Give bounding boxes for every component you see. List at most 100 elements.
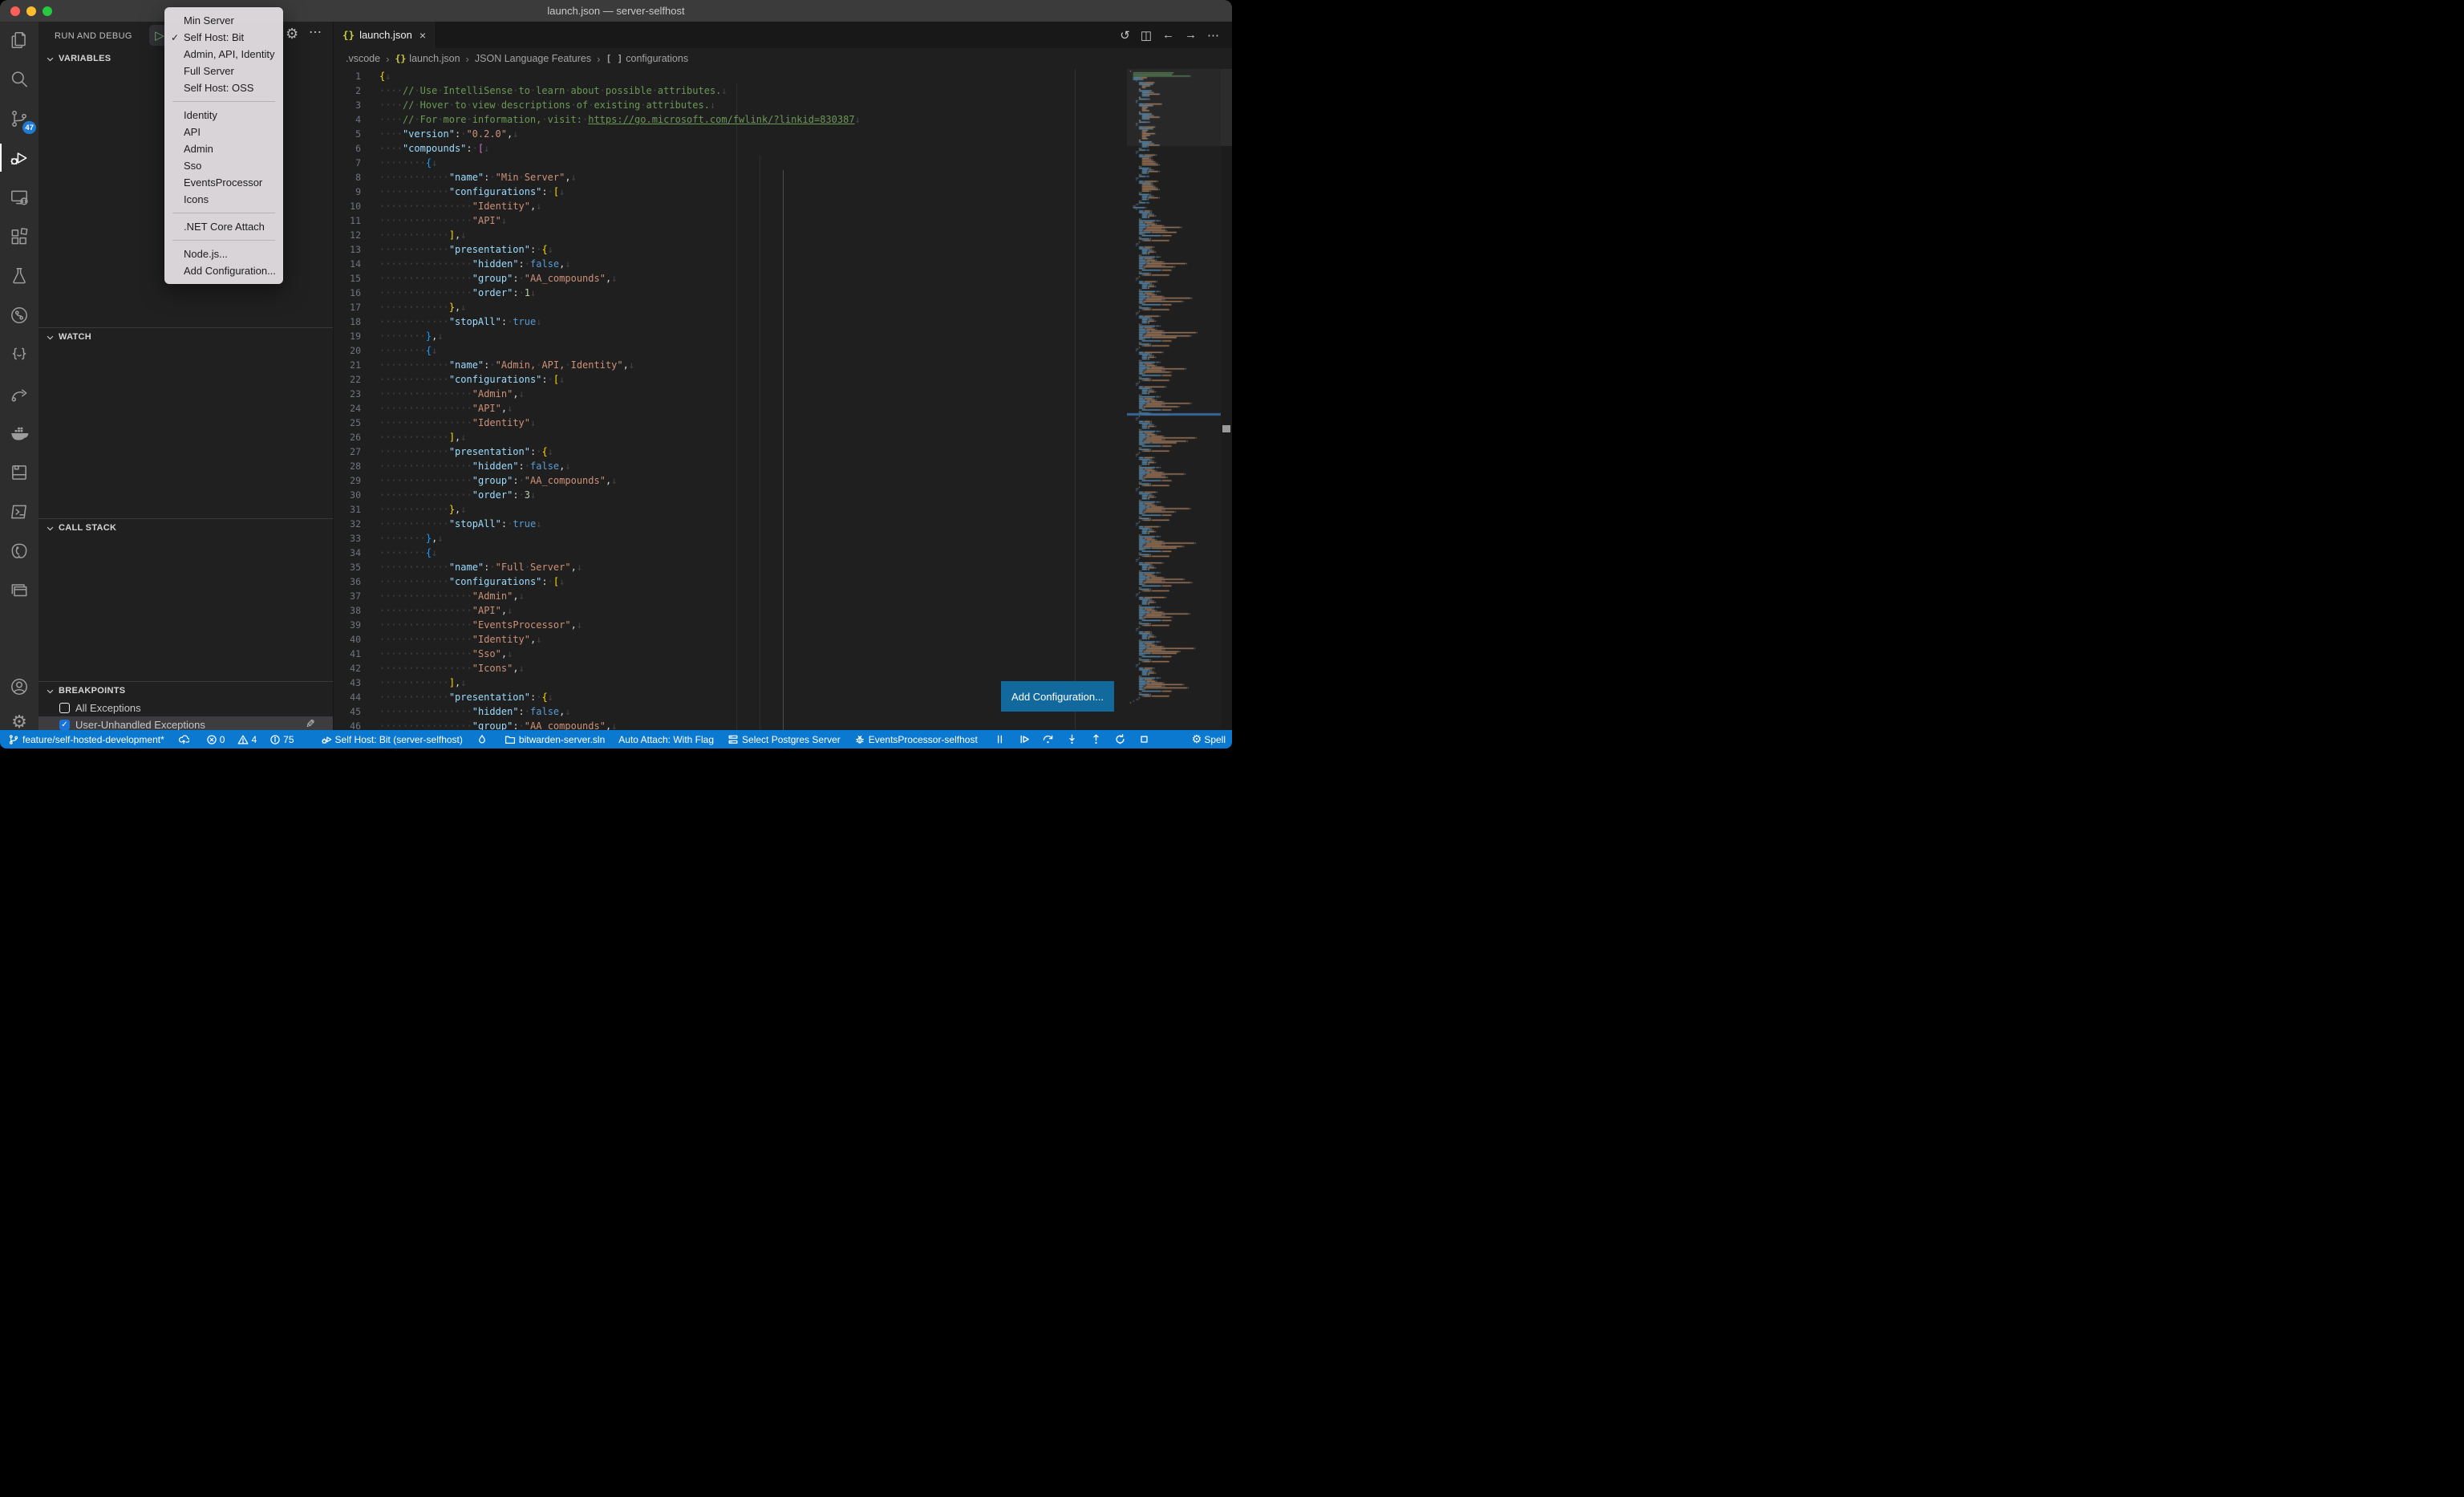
line-number[interactable]: 44 (334, 690, 361, 704)
line-number[interactable]: 42 (334, 661, 361, 675)
activity-item-extensions-icon[interactable] (0, 217, 38, 255)
checkbox-checked[interactable]: ✓ (59, 720, 70, 730)
menu-item-icons[interactable]: Icons (164, 191, 283, 208)
line-number[interactable]: 31 (334, 502, 361, 517)
activity-item-run-and-debug-icon[interactable] (0, 139, 38, 176)
line-number[interactable]: 18 (334, 314, 361, 329)
code-editor[interactable]: 1234567891011121314151617181920212223242… (334, 69, 1232, 730)
menu-item-self-host-bit[interactable]: ✓Self Host: Bit (164, 29, 283, 46)
activity-item-remote-explorer-icon[interactable] (0, 178, 38, 216)
timeline-history-icon[interactable]: ↺ (1120, 28, 1130, 43)
menu-item-self-host-oss[interactable]: Self Host: OSS (164, 79, 283, 96)
debug-step-over-icon[interactable] (1042, 733, 1054, 745)
line-number[interactable]: 7 (334, 156, 361, 170)
go-back-icon[interactable]: ← (1162, 28, 1174, 42)
activity-item-terminal-powershell-icon[interactable] (0, 493, 38, 530)
call-stack-section-header[interactable]: CALL STACK (38, 519, 333, 537)
activity-item-testing-icon[interactable] (0, 257, 38, 294)
line-number[interactable]: 45 (334, 704, 361, 719)
line-number[interactable]: 13 (334, 242, 361, 257)
menu-item-add-configuration[interactable]: Add Configuration... (164, 262, 283, 279)
line-number[interactable]: 12 (334, 228, 361, 242)
line-number[interactable]: 39 (334, 618, 361, 632)
status-auto-attach[interactable]: Auto Attach: With Flag (618, 734, 714, 745)
line-number[interactable]: 3 (334, 98, 361, 112)
edit-breakpoint-icon[interactable]: ✎ (306, 717, 315, 731)
line-number[interactable]: 32 (334, 517, 361, 531)
menu-item-sso[interactable]: Sso (164, 157, 283, 174)
line-number[interactable]: 33 (334, 531, 361, 546)
line-number[interactable]: 35 (334, 560, 361, 574)
breakpoints-section-header[interactable]: BREAKPOINTS (38, 682, 333, 700)
maximize-window-button[interactable] (43, 6, 52, 16)
activity-item-explorer-icon[interactable] (0, 21, 38, 59)
close-window-button[interactable] (10, 6, 20, 16)
minimap[interactable] (1127, 69, 1221, 730)
breadcrumb-item-configurations[interactable]: [ ]configurations (606, 53, 688, 64)
line-number[interactable]: 26 (334, 430, 361, 444)
line-number[interactable]: 20 (334, 343, 361, 358)
line-number[interactable]: 36 (334, 574, 361, 589)
status-postgres-server[interactable]: Select Postgres Server (727, 734, 841, 745)
editor-scrollbar[interactable] (1221, 69, 1232, 730)
more-actions-icon[interactable]: ⋯ (1207, 28, 1219, 43)
line-number[interactable]: 24 (334, 401, 361, 416)
go-forward-icon[interactable]: → (1185, 28, 1197, 42)
menu-item-identity[interactable]: Identity (164, 107, 283, 124)
menu-item-min-server[interactable]: Min Server (164, 12, 283, 29)
activity-item-braces-extension-icon[interactable] (0, 335, 38, 373)
activity-item-source-control-icon[interactable]: 47 (0, 99, 38, 137)
menu-item-net-core-attach[interactable]: .NET Core Attach (164, 218, 283, 235)
line-number[interactable]: 41 (334, 647, 361, 661)
line-number[interactable]: 27 (334, 444, 361, 459)
status-problems[interactable]: 0475 (206, 734, 307, 745)
breadcrumb-item-launch-json[interactable]: {}launch.json (395, 53, 460, 64)
line-number[interactable]: 23 (334, 387, 361, 401)
debug-continue-icon[interactable] (1018, 733, 1030, 745)
activity-item-window-panels-icon[interactable] (0, 571, 38, 609)
line-number[interactable]: 37 (334, 589, 361, 603)
line-number[interactable]: 29 (334, 473, 361, 488)
line-number-gutter[interactable]: 1234567891011121314151617181920212223242… (334, 69, 361, 730)
line-number[interactable]: 11 (334, 213, 361, 228)
activity-item-accounts-icon[interactable] (0, 667, 38, 705)
menu-item-admin-api-identity[interactable]: Admin, API, Identity (164, 46, 283, 63)
watch-section-header[interactable]: WATCH (38, 328, 333, 346)
status-debug-configuration[interactable]: Self Host: Bit (server-selfhost) (321, 734, 463, 745)
line-number[interactable]: 16 (334, 286, 361, 300)
menu-item-admin[interactable]: Admin (164, 140, 283, 157)
minimize-window-button[interactable] (26, 6, 36, 16)
status-solution[interactable]: bitwarden-server.sln (505, 734, 605, 745)
line-number[interactable]: 40 (334, 632, 361, 647)
line-number[interactable]: 46 (334, 719, 361, 730)
line-number[interactable]: 22 (334, 372, 361, 387)
split-editor-icon[interactable]: ◫ (1141, 28, 1152, 43)
debug-gear-icon[interactable]: ⚙ (286, 26, 298, 43)
line-number[interactable]: 2 (334, 83, 361, 98)
line-number[interactable]: 34 (334, 546, 361, 560)
line-number[interactable]: 9 (334, 185, 361, 199)
line-number[interactable]: 14 (334, 257, 361, 271)
line-number[interactable]: 28 (334, 459, 361, 473)
line-number[interactable]: 17 (334, 300, 361, 314)
debug-stop-icon[interactable] (1138, 733, 1150, 745)
add-configuration-button[interactable]: Add Configuration... (1001, 681, 1114, 712)
status-hot-reload-flame[interactable] (476, 734, 491, 745)
activity-item-search-icon[interactable] (0, 60, 38, 98)
menu-item-eventsprocessor[interactable]: EventsProcessor (164, 174, 283, 191)
menu-item-node-js[interactable]: Node.js... (164, 245, 283, 262)
breadcrumb-item-json-language-features[interactable]: JSON Language Features (475, 53, 591, 64)
line-number[interactable]: 15 (334, 271, 361, 286)
debug-more-actions-icon[interactable]: ⋯ (309, 24, 322, 40)
line-number[interactable]: 10 (334, 199, 361, 213)
activity-item-gitlens-icon[interactable] (0, 296, 38, 334)
debug-restart-icon[interactable] (1114, 733, 1126, 745)
menu-item-api[interactable]: API (164, 124, 283, 140)
status-git-branch[interactable]: feature/self-hosted-development* (8, 734, 164, 745)
activity-item-backup-sync-icon[interactable] (0, 453, 38, 491)
line-number[interactable]: 38 (334, 603, 361, 618)
debug-step-into-icon[interactable] (1066, 733, 1078, 745)
activity-item-live-share-icon[interactable] (0, 375, 38, 412)
line-number[interactable]: 8 (334, 170, 361, 185)
activity-item-docker-icon[interactable] (0, 414, 38, 452)
